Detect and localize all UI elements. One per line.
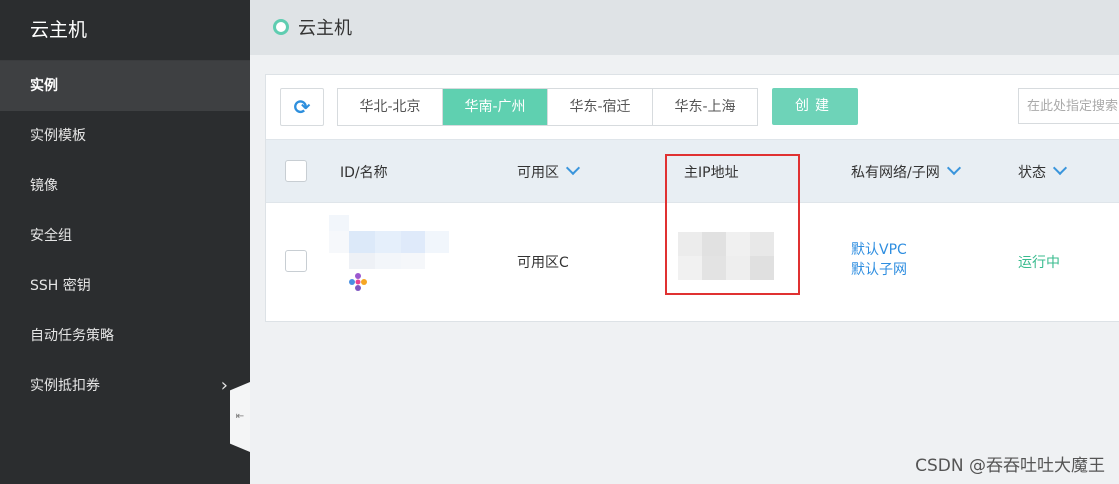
column-header-label: 私有网络/子网 [851, 165, 940, 181]
region-tabs: 华北-北京 华南-广州 华东-宿迁 华东-上海 [337, 88, 758, 126]
chevron-down-icon [1052, 160, 1068, 176]
instance-network: 默认VPC 默认子网 [851, 240, 907, 280]
select-all-checkbox[interactable] [285, 160, 307, 182]
ip-column-highlight [665, 154, 800, 295]
collapse-icon: ⇤ [235, 411, 245, 422]
status-dot-icon [273, 19, 289, 35]
region-tab-suqian[interactable]: 华东-宿迁 [548, 89, 653, 125]
column-header-zone[interactable]: 可用区 [517, 160, 581, 182]
sidebar-item-ssh-keys[interactable]: SSH 密钥 [0, 261, 250, 311]
search-input[interactable] [1018, 88, 1119, 124]
region-tab-guangzhou[interactable]: 华南-广州 [443, 89, 548, 125]
chevron-down-icon [565, 160, 581, 176]
sidebar-item-auto-task-policy[interactable]: 自动任务策略 [0, 311, 250, 361]
page-header: 云主机 [250, 0, 1119, 55]
sidebar-item-images[interactable]: 镜像 [0, 161, 250, 211]
column-header-status[interactable]: 状态 [1018, 160, 1068, 182]
chevron-down-icon [946, 160, 961, 176]
status-badge: 运行中 [1018, 255, 1060, 271]
instance-zone: 可用区C [517, 255, 569, 271]
row-checkbox[interactable] [285, 250, 307, 272]
sidebar-item-instances[interactable]: 实例 [0, 61, 250, 111]
column-header-label: 可用区 [517, 165, 559, 181]
sidebar-item-instance-vouchers[interactable]: 实例抵扣券 › [0, 361, 250, 411]
region-tab-shanghai[interactable]: 华东-上海 [653, 89, 757, 125]
column-header-id-name: ID/名称 [340, 165, 388, 181]
watermark: CSDN @吞吞吐吐大魔王 [915, 456, 1105, 476]
sidebar-collapse-toggle[interactable]: ⇤ [230, 382, 250, 452]
sidebar-title: 云主机 [0, 0, 250, 61]
vpc-link[interactable]: 默认VPC [851, 240, 907, 260]
sidebar-item-security-groups[interactable]: 安全组 [0, 211, 250, 261]
refresh-icon: ⟳ [293, 95, 311, 119]
region-tab-beijing[interactable]: 华北-北京 [338, 89, 443, 125]
sidebar: 云主机 实例 实例模板 镜像 安全组 SSH 密钥 自动任务策略 实例抵扣券 › [0, 0, 250, 484]
refresh-button[interactable]: ⟳ [280, 88, 324, 126]
sidebar-item-label: 实例抵扣券 [30, 378, 100, 394]
create-button[interactable]: 创建 [772, 88, 858, 125]
subnet-link[interactable]: 默认子网 [851, 260, 907, 280]
page-title: 云主机 [298, 18, 352, 39]
column-header-label: 状态 [1018, 165, 1046, 181]
instance-avatar-icon [347, 271, 369, 293]
column-header-vpc-subnet[interactable]: 私有网络/子网 [851, 160, 961, 182]
sidebar-item-instance-templates[interactable]: 实例模板 [0, 111, 250, 161]
chevron-right-icon: › [220, 375, 228, 396]
